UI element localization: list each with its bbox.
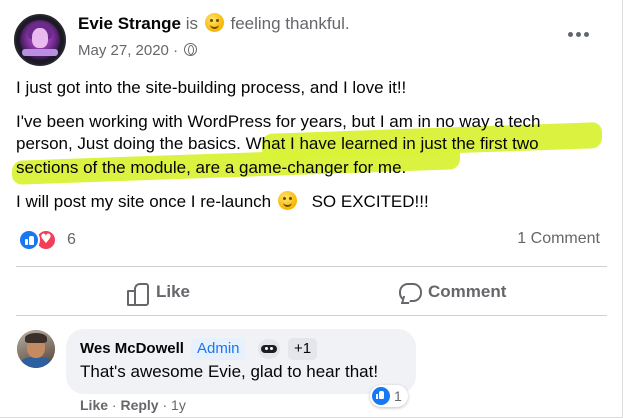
comment-reply-link[interactable]: Reply xyxy=(120,397,158,413)
like-reaction-icon xyxy=(372,387,390,405)
author-avatar[interactable] xyxy=(14,14,66,66)
comment-reaction-count: 1 xyxy=(394,388,402,404)
comment-actions: Like · Reply · 1y xyxy=(80,397,186,413)
action-separator: · xyxy=(162,397,168,413)
smiley-emoji-icon xyxy=(277,191,297,210)
post-date[interactable]: May 27, 2020 xyxy=(78,42,169,59)
divider xyxy=(16,315,607,316)
comment-bubble-icon xyxy=(398,281,422,303)
avatar-shirt xyxy=(21,357,51,368)
reaction-count: 6 xyxy=(67,231,76,248)
meta-separator: · xyxy=(173,42,179,59)
divider xyxy=(16,266,607,267)
post-text-paragraph: I just got into the site-building proces… xyxy=(16,78,407,97)
reactions-summary[interactable]: 6 xyxy=(18,229,76,251)
like-button-label: Like xyxy=(156,282,191,301)
post-meta: May 27, 2020 · xyxy=(78,42,198,59)
extra-badges[interactable]: +1 xyxy=(288,338,318,360)
comment-button-label: Comment xyxy=(428,282,507,301)
like-reaction-icon xyxy=(18,229,40,251)
admin-badge[interactable]: Admin xyxy=(191,338,246,360)
feeling-text: feeling thankful. xyxy=(230,14,350,33)
post-text-fragment: SO EXCITED!!! xyxy=(311,192,429,211)
comment-count-link[interactable]: 1 Comment xyxy=(517,230,600,248)
post-text-line: person, Just doing the basics. What I ha… xyxy=(16,134,539,153)
author-name[interactable]: Evie Strange xyxy=(78,14,181,33)
audience-icon[interactable] xyxy=(184,43,198,56)
comment-text: That's awesome Evie, glad to hear that! xyxy=(80,362,379,381)
smiley-emoji-icon xyxy=(204,13,224,32)
author-is-text: is xyxy=(185,14,199,33)
commenter-avatar[interactable] xyxy=(17,330,55,368)
comment-button[interactable]: Comment xyxy=(398,279,506,305)
thumbs-up-icon xyxy=(126,281,149,306)
dot-icon xyxy=(567,31,573,37)
post-text-line: sections of the module, are a game-chang… xyxy=(16,158,407,177)
avatar-face xyxy=(32,28,48,48)
post-text-fragment: I will post my site once I re-launch xyxy=(16,192,272,211)
post-text-paragraph: I will post my site once I re-launch SO … xyxy=(16,191,429,213)
moderator-badge-icon[interactable] xyxy=(258,339,280,359)
more-options-button[interactable] xyxy=(564,24,592,44)
comment-reactions[interactable]: 1 xyxy=(370,385,408,407)
post-card: Evie Strange is feeling thankful. May 27… xyxy=(0,0,623,418)
dot-icon xyxy=(575,31,581,37)
avatar-banner xyxy=(22,49,58,56)
action-separator: · xyxy=(111,397,117,413)
dot-icon xyxy=(583,31,589,37)
avatar-hair xyxy=(25,333,47,343)
like-button[interactable]: Like xyxy=(126,279,191,306)
comment-like-link[interactable]: Like xyxy=(80,397,108,413)
post-header: Evie Strange is feeling thankful. xyxy=(78,13,350,34)
commenter-name[interactable]: Wes McDowell xyxy=(80,340,184,357)
comment-age[interactable]: 1y xyxy=(171,397,186,413)
post-text-line: I've been working with WordPress for yea… xyxy=(16,112,541,131)
